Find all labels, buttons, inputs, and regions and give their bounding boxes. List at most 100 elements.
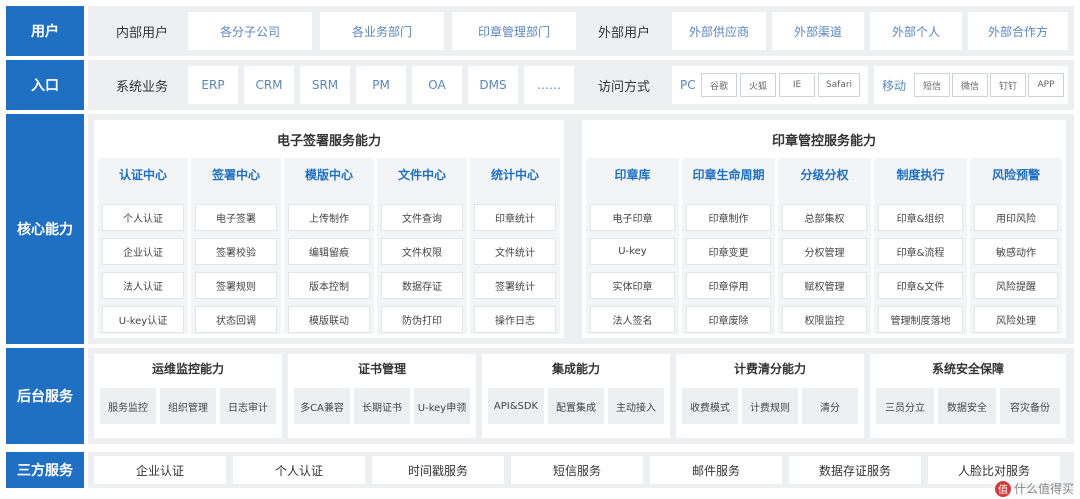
capability-item: 印章停用 — [686, 272, 771, 299]
capability-item: 数据存证 — [381, 272, 463, 299]
esign-column: 文件中心 文件查询 文件权限 数据存证 防伪打印 — [377, 158, 467, 334]
external-user-item: 外部个人 — [870, 12, 962, 50]
backend-section-title: 运维监控能力 — [151, 362, 224, 376]
mobile-channel-item: APP — [1028, 73, 1064, 97]
seal-column: 风险预警 用印风险 敏感动作 风险提醒 风险处理 — [970, 158, 1062, 334]
esign-column: 模版中心 上传制作 编辑留痕 版本控制 模版联动 — [284, 158, 374, 334]
seal-column: 制度执行 印章&组织 印章&流程 印章&文件 管理制度落地 — [874, 158, 967, 334]
column-title: 文件中心 — [397, 168, 446, 182]
column-title: 统计中心 — [490, 168, 539, 182]
mobile-channel-item: 短信 — [914, 73, 950, 97]
capability-item: 管理制度落地 — [878, 306, 963, 333]
external-users-title: 外部用户 — [597, 25, 650, 41]
capability-item: 总部集权 — [782, 204, 867, 231]
column-title: 印章生命周期 — [692, 168, 765, 182]
backend-item: U-key申领 — [414, 388, 470, 424]
capability-item: 分权管理 — [782, 238, 867, 265]
backend-panel: 运维监控能力 服务监控 组织管理 日志审计 证书管理 多CA兼容 长期证书 U-… — [88, 348, 1074, 444]
backend-item: 主动接入 — [608, 388, 664, 424]
capability-item: 电子签署 — [195, 204, 277, 231]
seal-column: 印章库 电子印章 U-key 实体印章 法人签名 — [586, 158, 679, 334]
capability-item: 状态回调 — [195, 306, 277, 333]
third-party-item: 数据存证服务 — [789, 456, 921, 484]
third-party-item: 企业认证 — [94, 456, 226, 484]
entry-row-label: 入口 — [6, 60, 84, 110]
column-title: 认证中心 — [118, 168, 167, 182]
backend-item: 清分 — [802, 388, 858, 424]
column-title: 模版中心 — [304, 168, 353, 182]
capability-item: 操作日志 — [474, 306, 556, 333]
internal-user-item: 各业务部门 — [320, 12, 444, 50]
capability-item: 文件统计 — [474, 238, 556, 265]
capability-item: 签署统计 — [474, 272, 556, 299]
entry-panel: 系统业务 ERP CRM SRM PM OA DMS …… 访问方式 PC 谷歌… — [88, 60, 1074, 110]
internal-user-item: 各分子公司 — [188, 12, 312, 50]
esign-column: 统计中心 印章统计 文件统计 签署统计 操作日志 — [470, 158, 560, 334]
third-party-item: 邮件服务 — [650, 456, 782, 484]
seal-column: 印章生命周期 印章制作 印章变更 印章停用 印章废除 — [682, 158, 775, 334]
capability-item: 文件查询 — [381, 204, 463, 231]
backend-item: 三员分立 — [876, 388, 934, 424]
capability-item: 上传制作 — [288, 204, 370, 231]
backend-item: 组织管理 — [160, 388, 216, 424]
capability-item: 权限监控 — [782, 306, 867, 333]
column-title: 制度执行 — [896, 168, 945, 182]
third-party-panel: 企业认证 个人认证 时间戳服务 短信服务 邮件服务 数据存证服务 人脸比对服务 — [88, 452, 1074, 488]
watermark-text: 什么值得买 — [1013, 482, 1074, 496]
capability-item: 赋权管理 — [782, 272, 867, 299]
capability-item: 印章变更 — [686, 238, 771, 265]
seal-section: 印章管控服务能力 印章库 电子印章 U-key 实体印章 法人签名 印章生命周期… — [582, 120, 1066, 338]
backend-section: 证书管理 多CA兼容 长期证书 U-key申领 — [288, 354, 476, 438]
seal-column: 分级分权 总部集权 分权管理 赋权管理 权限监控 — [778, 158, 871, 334]
capability-item: 实体印章 — [590, 272, 675, 299]
external-user-item: 外部合作方 — [968, 12, 1068, 50]
capability-item: 签署校验 — [195, 238, 277, 265]
capability-item: 印章统计 — [474, 204, 556, 231]
backend-item: 收费模式 — [682, 388, 738, 424]
third-party-item: 个人认证 — [233, 456, 365, 484]
backend-section-title: 计费清分能力 — [733, 362, 806, 376]
backend-item: 多CA兼容 — [294, 388, 350, 424]
backend-item: API&SDK — [488, 388, 544, 424]
core-row-label: 核心能力 — [6, 114, 84, 344]
capability-item: 签署规则 — [195, 272, 277, 299]
access-title: 访问方式 — [597, 79, 650, 95]
capability-item: 个人认证 — [102, 204, 184, 231]
capability-item: 版本控制 — [288, 272, 370, 299]
esign-column: 认证中心 个人认证 企业认证 法人认证 U-key认证 — [98, 158, 188, 334]
capability-item: 防伪打印 — [381, 306, 463, 333]
backend-row-label: 后台服务 — [6, 348, 84, 444]
backend-section: 系统安全保障 三员分立 数据安全 容灾备份 — [870, 354, 1066, 438]
capability-item: 企业认证 — [102, 238, 184, 265]
backend-section-title: 集成能力 — [551, 362, 600, 376]
backend-item: 计费规则 — [742, 388, 798, 424]
entry-row: 入口 系统业务 ERP CRM SRM PM OA DMS …… 访问方式 PC… — [6, 60, 1074, 110]
third-party-row: 三方服务 企业认证 个人认证 时间戳服务 短信服务 邮件服务 数据存证服务 人脸… — [6, 452, 1074, 488]
core-row: 核心能力 电子签署服务能力 认证中心 个人认证 企业认证 法人认证 U-key认… — [6, 114, 1074, 344]
backend-section: 集成能力 API&SDK 配置集成 主动接入 — [482, 354, 670, 438]
external-user-item: 外部渠道 — [772, 12, 864, 50]
backend-item: 数据安全 — [938, 388, 996, 424]
third-party-item: 短信服务 — [511, 456, 643, 484]
mobile-channel-item: 钉钉 — [990, 73, 1026, 97]
system-item: DMS — [468, 66, 518, 104]
backend-item: 日志审计 — [220, 388, 276, 424]
capability-item: 印章废除 — [686, 306, 771, 333]
esign-section-title: 电子签署服务能力 — [276, 134, 381, 149]
pc-browser-item: 火狐 — [740, 73, 776, 97]
pc-label: PC — [680, 78, 696, 92]
users-panel: 内部用户 各分子公司 各业务部门 印章管理部门 外部用户 外部供应商 外部渠道 … — [88, 6, 1074, 56]
capability-item: U-key认证 — [102, 306, 184, 333]
pc-browser-item: IE — [779, 73, 815, 97]
column-title: 分级分权 — [800, 168, 849, 182]
internal-users-title: 内部用户 — [115, 25, 168, 41]
system-item: SRM — [300, 66, 350, 104]
backend-item: 服务监控 — [100, 388, 156, 424]
users-row-label: 用户 — [6, 6, 84, 56]
pc-browser-item: Safari — [818, 73, 860, 97]
internal-user-item: 印章管理部门 — [452, 12, 576, 50]
column-title: 印章库 — [614, 168, 651, 182]
backend-section: 运维监控能力 服务监控 组织管理 日志审计 — [94, 354, 282, 438]
system-item: ERP — [188, 66, 238, 104]
core-panel: 电子签署服务能力 认证中心 个人认证 企业认证 法人认证 U-key认证 签署中… — [88, 114, 1074, 344]
